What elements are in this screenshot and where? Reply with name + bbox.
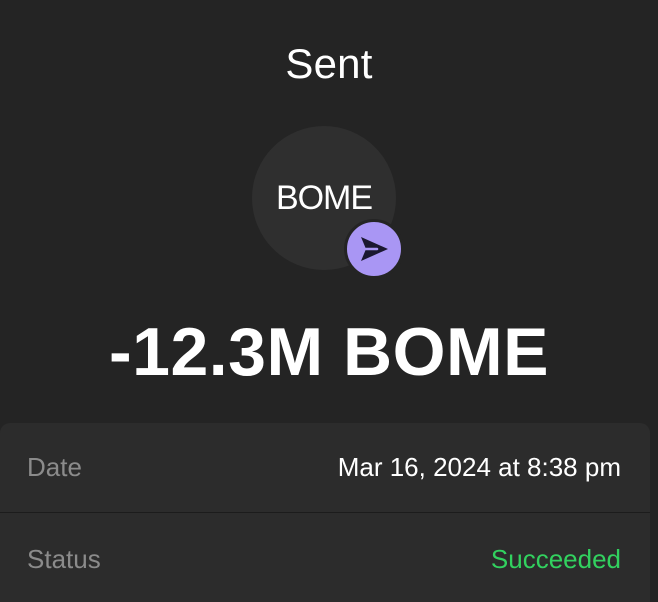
status-value: Succeeded bbox=[490, 543, 621, 574]
token-symbol: BOME bbox=[275, 178, 373, 217]
sent-badge bbox=[344, 219, 404, 279]
transaction-detail-screen: Sent BOME -12.3M BOME Date Mar 16, 2024 … bbox=[0, 0, 658, 602]
date-label: Date bbox=[27, 452, 82, 482]
paper-plane-send-icon bbox=[361, 237, 388, 261]
status-label: Status bbox=[27, 543, 101, 574]
details-card: Date Mar 16, 2024 at 8:38 pm Status Succ… bbox=[0, 423, 650, 602]
page-title: Sent bbox=[285, 40, 373, 87]
transaction-amount: -12.3M BOME bbox=[108, 314, 550, 390]
status-row: Status Succeeded bbox=[0, 514, 650, 602]
date-value: Mar 16, 2024 at 8:38 pm bbox=[337, 452, 621, 482]
date-row: Date Mar 16, 2024 at 8:38 pm bbox=[0, 423, 650, 513]
